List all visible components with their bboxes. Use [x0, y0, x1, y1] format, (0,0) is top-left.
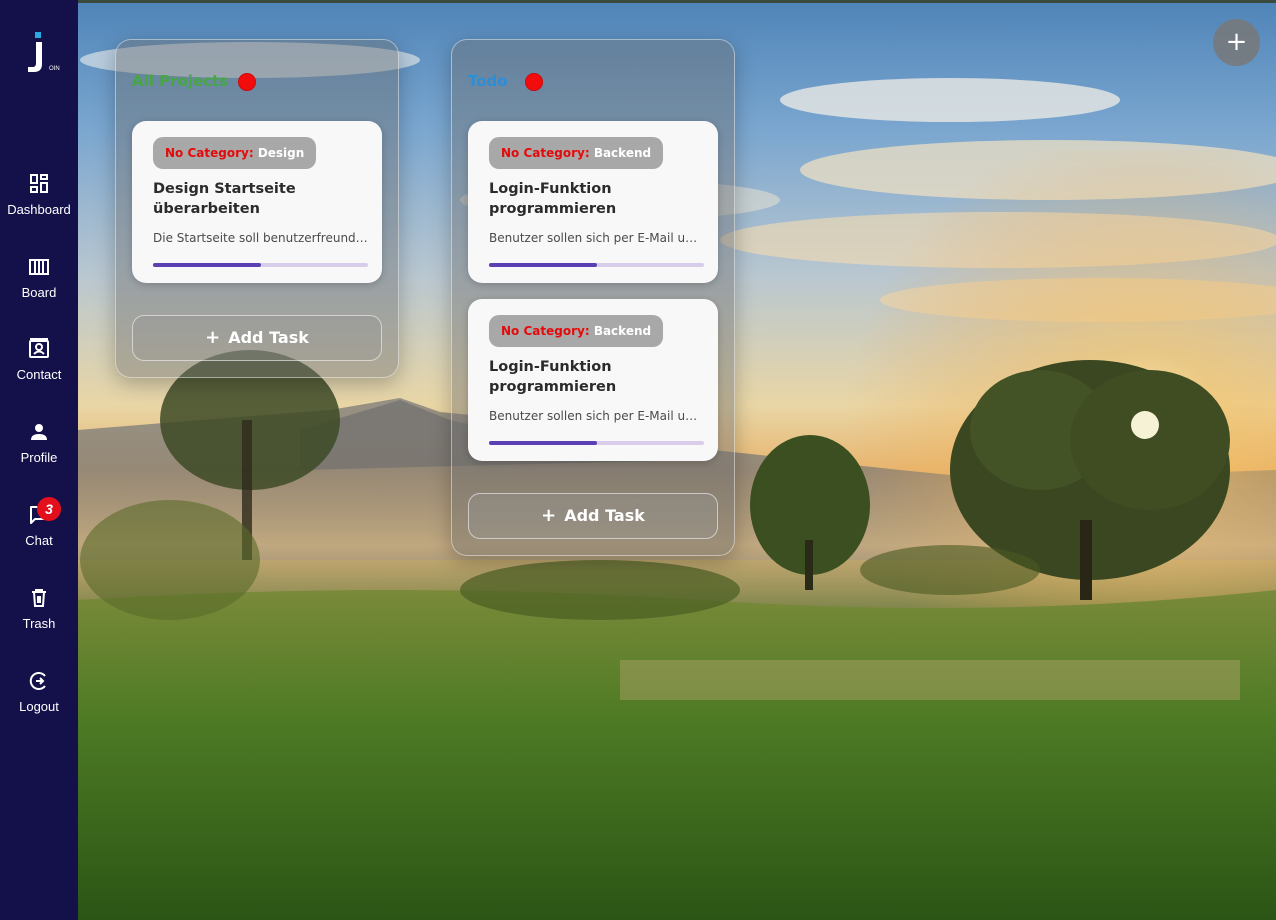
category-label: No Category: [501, 324, 590, 338]
svg-text:OIN: OIN [49, 66, 60, 72]
column-title: All Projects [132, 72, 229, 90]
plus-icon: + [205, 327, 221, 348]
task-description: Die Startseite soll benutzerfreundlich g… [153, 231, 368, 245]
top-border [0, 0, 1276, 3]
column-status-dot [525, 73, 543, 91]
task-card[interactable]: No Category: Backend Login-Funktion prog… [468, 299, 718, 461]
task-progress-bar [489, 441, 704, 445]
category-tag: No Category: Backend [489, 137, 664, 169]
task-card[interactable]: No Category: Design Design Startseite üb… [132, 121, 382, 283]
add-task-button[interactable]: + Add Task [132, 315, 382, 361]
sidebar-item-chat[interactable]: 3 Chat [0, 497, 78, 567]
app-logo[interactable]: OIN [22, 30, 62, 74]
category-tag: No Category: Backend [489, 315, 664, 347]
task-progress-bar [489, 263, 704, 267]
task-description: Benutzer sollen sich per E-Mail und Pass… [489, 231, 704, 245]
category-tag: No Category: Design [153, 137, 317, 169]
column-all-projects: All Projects No Category: Design Design … [115, 39, 399, 378]
category-value: Design [257, 146, 305, 160]
task-card[interactable]: No Category: Backend Login-Funktion prog… [468, 121, 718, 283]
task-progress-bar [153, 263, 368, 267]
category-label: No Category: [165, 146, 254, 160]
category-label: No Category: [501, 146, 590, 160]
sidebar-item-label: Trash [22, 616, 56, 631]
sidebar: OIN Dashboard Board Contact Profile 3 Ch… [0, 0, 78, 920]
dashboard-icon [27, 172, 51, 196]
profile-icon [27, 420, 51, 444]
task-progress-fill [489, 263, 597, 267]
trash-icon [27, 586, 51, 610]
plus-icon: + [541, 505, 557, 526]
sidebar-item-label: Profile [20, 450, 58, 465]
sidebar-item-trash[interactable]: Trash [0, 586, 78, 650]
task-description: Benutzer sollen sich per E-Mail und Pass… [489, 409, 704, 423]
sidebar-item-dashboard[interactable]: Dashboard [0, 172, 78, 236]
category-value: Backend [593, 324, 652, 338]
task-title: Login-Funktion programmieren [489, 359, 617, 395]
task-title: Login-Funktion programmieren [489, 181, 617, 217]
add-task-button[interactable]: + Add Task [468, 493, 718, 539]
chat-unread-badge: 3 [37, 497, 61, 521]
logout-icon [27, 669, 51, 693]
category-value: Backend [593, 146, 652, 160]
task-progress-fill [153, 263, 261, 267]
sidebar-item-label: Dashboard [7, 202, 71, 217]
sidebar-item-profile[interactable]: Profile [0, 420, 78, 484]
column-todo: Todo No Category: Backend Login-Funktion… [451, 39, 735, 556]
board-icon [27, 255, 51, 279]
sidebar-item-logout[interactable]: Logout [0, 669, 78, 733]
sidebar-item-board[interactable]: Board [0, 255, 78, 319]
contact-icon [27, 337, 51, 361]
add-task-label: Add Task [564, 506, 645, 525]
sidebar-item-label: Board [21, 285, 57, 300]
sidebar-item-label: Chat [25, 533, 53, 548]
sidebar-item-label: Logout [19, 699, 59, 714]
task-title: Design Startseite überarbeiten [153, 181, 296, 217]
column-status-dot [238, 73, 256, 91]
sidebar-item-contact[interactable]: Contact [0, 337, 78, 401]
column-title: Todo [468, 72, 508, 90]
add-task-label: Add Task [228, 328, 309, 347]
logo-icon: OIN [28, 32, 60, 72]
task-progress-fill [489, 441, 597, 445]
sidebar-item-label: Contact [16, 367, 62, 382]
add-column-button[interactable]: + [1213, 19, 1260, 66]
